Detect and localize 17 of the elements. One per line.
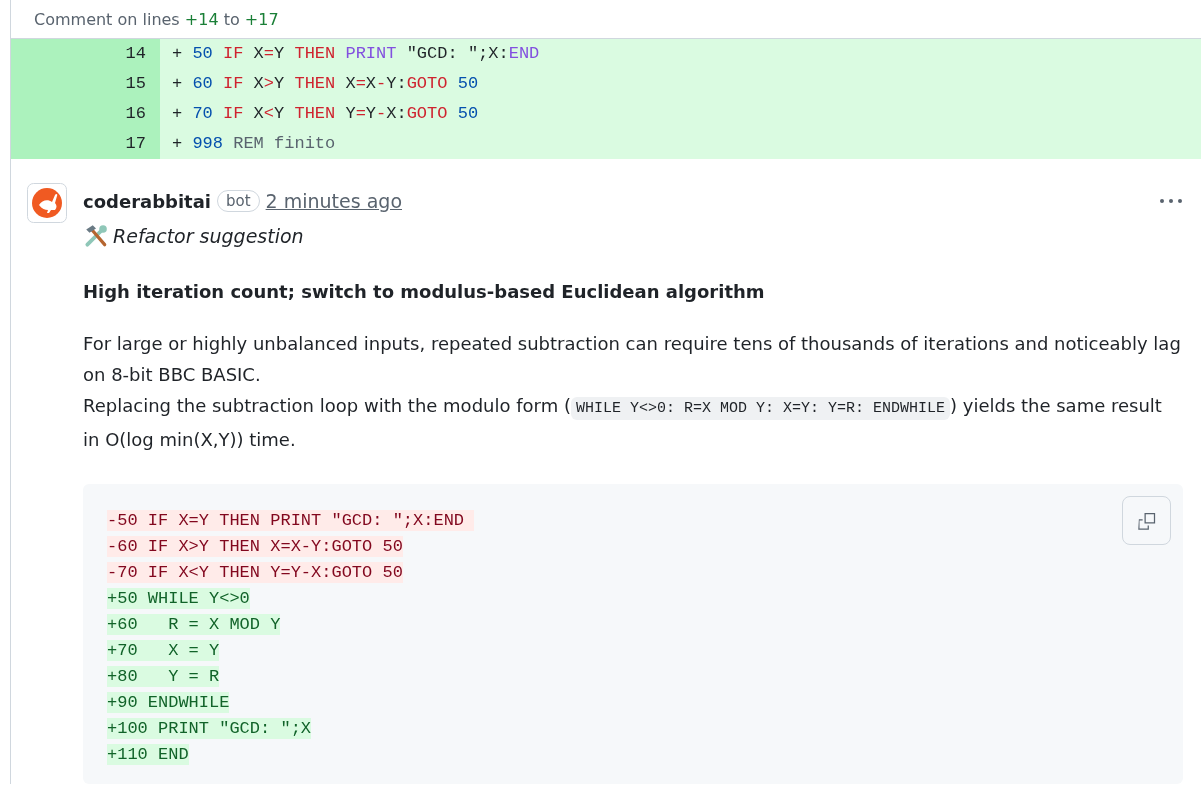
paragraph-text: Replacing the subtraction loop with the modulo form ( WHILE Y<>0: R=X MOD Y: X=Y: Y=R: ENDWHILE ) yields the same result in O(log min(X,Y)) time. — [83, 394, 1163, 452]
more-options-icon[interactable] — [1159, 198, 1183, 204]
paragraph-text: For large or highly unbalanced inputs, repeated subtraction can require tens of thousands of iterations and noticeably lag on 8-bit BBC BASIC. — [83, 332, 1182, 387]
timestamp-link[interactable]: 2 minutes ago — [265, 190, 402, 212]
suggestion-type-label: Refactor suggestion — [113, 225, 304, 247]
copy-icon — [1136, 510, 1157, 531]
hammer-wrench-icon — [83, 223, 109, 249]
comment-range-label: Comment on lines +14 to +17 — [34, 9, 279, 29]
suggestion-heading: High iteration count; switch to modulus-based Euclidean algorithm — [83, 281, 766, 302]
line-number: 17 — [11, 129, 160, 159]
author-name[interactable]: coderabbitai — [83, 190, 211, 212]
inline-code: WHILE Y<>0: R=X MOD Y: X=Y: Y=R: ENDWHILE — [570, 397, 950, 420]
line-number: 16 — [11, 99, 160, 129]
line-number: 14 — [11, 39, 160, 69]
line-number: 15 — [11, 69, 160, 99]
copy-button[interactable] — [1122, 496, 1171, 545]
avatar-icon[interactable] — [27, 183, 67, 223]
